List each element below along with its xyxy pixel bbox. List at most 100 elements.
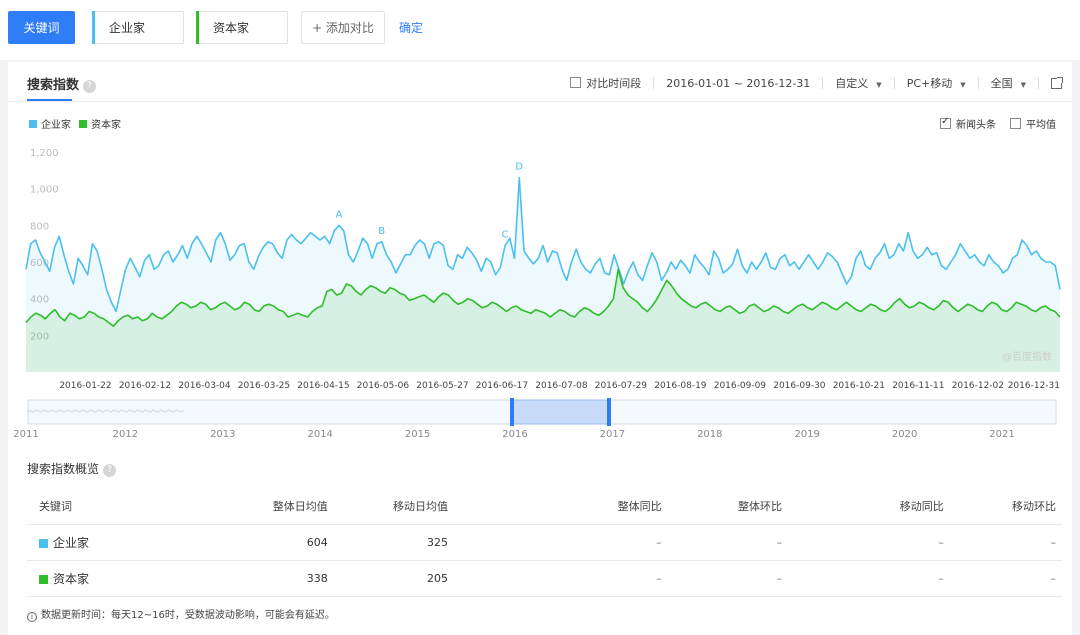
panel-title-text: 搜索指数 (27, 78, 80, 93)
keyword-bar: 关键词 企业家 资本家 + 添加对比 确定 (0, 0, 1080, 60)
keyword-chip-label: 企业家 (109, 21, 146, 35)
news-checkbox[interactable] (940, 116, 951, 129)
keyword-cell: 资本家 (27, 560, 183, 597)
news-label: 新闻头条 (956, 120, 996, 131)
legend-swatch (29, 119, 37, 128)
search-index-panel: 搜索指数? 对比时间段 2016-01-01 ~ 2016-12-31 自定义 ▼… (8, 62, 1072, 635)
keyword-label: 企业家 (53, 535, 90, 550)
annotation-marker: A (336, 209, 343, 220)
region-select[interactable]: 全国 ▼ (991, 75, 1026, 91)
update-footnote: i 数据更新时间：每天12~16时，受数据波动影响，可能会有延迟。 (27, 606, 335, 622)
legend-item-zibenjia[interactable]: 资本家 (79, 116, 121, 131)
help-icon[interactable]: ? (83, 80, 97, 93)
col-header: 移动日均值 (327, 488, 449, 525)
mobile-yoy-cell: – (781, 524, 944, 561)
region-label: 全国 (990, 77, 1013, 90)
watermark-text: @百度指数 (1002, 350, 1052, 363)
overview-title-text: 搜索指数概览 (27, 462, 100, 476)
external-link-icon[interactable] (1051, 76, 1063, 89)
help-icon[interactable]: ? (103, 464, 117, 477)
device-select[interactable]: PC+移动 ▼ (907, 75, 966, 91)
keyword-color-bar (92, 11, 95, 44)
keyword-chip-1[interactable]: 企业家 (92, 11, 184, 44)
table-header-row: 关键词 整体日均值 移动日均值 整体同比 整体环比 移动同比 移动环比 (27, 488, 1062, 525)
custom-range-select[interactable]: 自定义 ▼ (835, 75, 881, 91)
chart-options: 新闻头条 平均值 (926, 116, 1056, 131)
x-tick-label: 2016-09-09 (714, 381, 767, 391)
col-header: 整体同比 (448, 488, 662, 525)
navigator-year-label: 2011 (13, 429, 38, 440)
col-header: 移动环比 (943, 488, 1062, 525)
annotation-marker: D (515, 162, 523, 173)
keyword-chip-label: 资本家 (213, 21, 250, 35)
average-checkbox[interactable] (1010, 118, 1021, 129)
x-tick-label: 2016-07-29 (595, 381, 648, 391)
mobile-yoy-cell: – (781, 560, 944, 597)
average-toggle[interactable]: 平均值 (1010, 116, 1056, 131)
col-header: 关键词 (27, 488, 183, 525)
col-header: 整体日均值 (182, 488, 328, 525)
separator (653, 77, 655, 89)
separator (822, 77, 824, 89)
news-toggle[interactable]: 新闻头条 (940, 116, 996, 131)
x-tick-label: 2016-05-27 (416, 381, 468, 391)
overall-avg-cell: 338 (182, 560, 328, 597)
time-navigator[interactable]: 2011 2012 2013 2014 2015 2016 2017 2018 2019 2020… (8, 396, 1072, 444)
navigator-year-label: 2012 (113, 429, 138, 440)
y-tick-label: 800 (30, 221, 49, 232)
x-tick-label: 2016-03-25 (238, 381, 290, 391)
keyword-chip-2[interactable]: 资本家 (196, 11, 288, 44)
keyword-cell: 企业家 (27, 524, 183, 561)
overview-title: 搜索指数概览? (27, 460, 117, 477)
x-tick-label: 2016-05-06 (357, 381, 410, 391)
chart-legend: 企业家 资本家 (29, 116, 129, 131)
x-tick-label: 2016-12-31 (1008, 381, 1060, 391)
navigator-selection[interactable] (511, 399, 610, 425)
navigator-year-label: 2013 (210, 429, 235, 440)
mobile-mom-cell: – (943, 560, 1062, 597)
separator (1038, 77, 1039, 89)
keyword-color-bar (196, 11, 199, 44)
x-tick-label: 2016-02-12 (119, 381, 171, 391)
navigator-year-label: 2021 (989, 429, 1014, 440)
compare-period-toggle[interactable]: 对比时间段 (570, 75, 641, 91)
navigator-year-label: 2017 (600, 429, 625, 440)
separator (977, 77, 979, 89)
footnote-text: 数据更新时间：每天12~16时，受数据波动影响，可能会有延迟。 (41, 610, 335, 621)
search-index-chart[interactable]: 1,2001,000800600400200AB CD@百度指数2016-01-2… (8, 144, 1072, 394)
mobile-avg-cell: 205 (327, 560, 449, 597)
panel-title: 搜索指数? (27, 74, 97, 93)
navigator-handle-left[interactable] (510, 398, 514, 426)
legend-item-qiyejia[interactable]: 企业家 (29, 116, 71, 131)
add-compare-button[interactable]: + 添加对比 (301, 11, 385, 44)
device-label: PC+移动 (906, 77, 953, 90)
navigator-year-label: 2014 (307, 429, 332, 440)
overall-mom-cell: – (661, 524, 782, 561)
legend-label: 资本家 (91, 120, 121, 131)
caret-down-icon: ▼ (876, 81, 882, 89)
col-header: 移动同比 (781, 488, 944, 525)
x-tick-label: 2016-03-04 (178, 381, 231, 391)
mobile-mom-cell: – (943, 524, 1062, 561)
keyword-tab-button[interactable]: 关键词 (8, 11, 75, 44)
confirm-link[interactable]: 确定 (399, 19, 423, 36)
navigator-year-label: 2015 (405, 429, 430, 440)
y-tick-label: 1,200 (30, 148, 59, 159)
navigator-handle-right[interactable] (607, 398, 611, 426)
overall-yoy-cell: – (448, 560, 662, 597)
average-label: 平均值 (1026, 120, 1056, 131)
col-header: 整体环比 (661, 488, 782, 525)
overall-yoy-cell: – (448, 524, 662, 561)
caret-down-icon: ▼ (1020, 81, 1026, 89)
x-tick-label: 2016-06-17 (476, 381, 528, 391)
date-range[interactable]: 2016-01-01 ~ 2016-12-31 (666, 77, 810, 90)
navigator-year-label: 2020 (892, 429, 917, 440)
keyword-swatch (39, 574, 48, 584)
header-divider (8, 101, 1072, 102)
overall-avg-cell: 604 (182, 524, 328, 561)
compare-period-checkbox[interactable] (570, 77, 582, 88)
x-tick-label: 2016-07-08 (535, 381, 588, 391)
x-tick-label: 2016-10-21 (833, 381, 885, 391)
x-tick-label: 2016-08-19 (654, 381, 707, 391)
separator (893, 77, 895, 89)
